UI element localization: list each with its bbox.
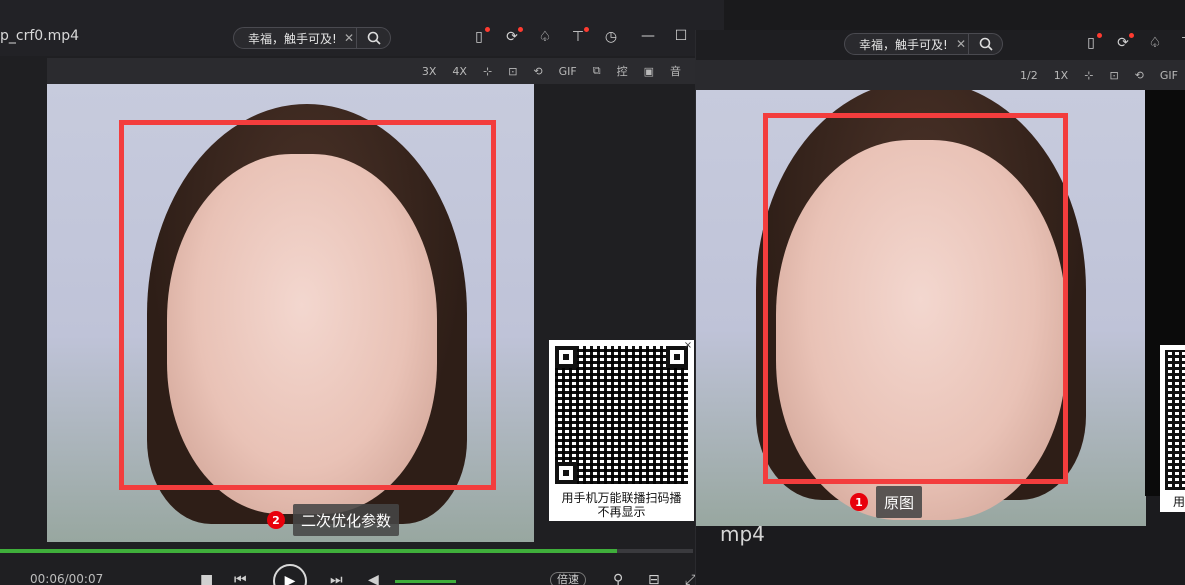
history-icon[interactable]: ◷ xyxy=(602,28,620,46)
tshirt-icon[interactable]: ⊤ xyxy=(569,27,589,46)
maximize-button[interactable]: ☐ xyxy=(673,28,689,48)
close-icon[interactable]: ✕ xyxy=(342,31,356,45)
phone-notify-icon[interactable]: ▯ xyxy=(470,27,490,46)
qr-caption: 用手机万能联播扫码播 不再显示 xyxy=(549,491,694,519)
effects-icon[interactable]: ⚲ xyxy=(613,572,623,585)
cloud-sync-icon[interactable]: ⟳ xyxy=(1114,33,1134,52)
left-annotation: 2 二次优化参数 xyxy=(267,504,400,536)
right-top-icon-row: ▯ ⟳ ♤ ⊤ xyxy=(1082,33,1185,52)
rotate-icon[interactable]: ⟲ xyxy=(533,65,542,78)
skin-icon[interactable]: ♤ xyxy=(1146,34,1164,52)
left-player-window: p_crf0.mp4 幸福，触手可及! ✕ ▯ ⟳ ♤ ⊤ ◷ — ☐ ﹀ 3X… xyxy=(0,0,724,585)
qr-dismiss-link[interactable]: 不再显示 xyxy=(549,505,694,519)
minimize-button[interactable]: — xyxy=(640,28,656,48)
left-search-input[interactable]: 幸福，触手可及! xyxy=(234,30,342,47)
annotation-label: 二次优化参数 xyxy=(293,504,400,536)
screenshot-icon[interactable]: ▣ xyxy=(644,65,654,78)
right-video-title: mp4 xyxy=(720,522,765,546)
left-top-icon-row: ▯ ⟳ ♤ ⊤ ◷ xyxy=(470,27,620,46)
right-search-input[interactable]: 幸福，触手可及! xyxy=(845,36,954,53)
volume-slider[interactable] xyxy=(395,580,456,583)
zoom-4x-button[interactable]: 4X xyxy=(452,65,467,78)
qr-caption-line1: 用手机万能联播扫码播 xyxy=(561,491,682,505)
left-toolstrip: 3X 4X ⊹ ⊡ ⟲ GIF ⧉ 控 ▣ 音 xyxy=(47,58,695,84)
volume-icon[interactable]: ◀ xyxy=(368,572,379,585)
previous-icon[interactable]: ⏮ xyxy=(234,572,247,585)
search-icon xyxy=(367,31,381,45)
qr-panel: × 用手机万能联播扫码播 不再显示 xyxy=(549,340,694,521)
aspect-icon[interactable]: ⊡ xyxy=(508,65,517,78)
phone-notify-icon[interactable]: ▯ xyxy=(1082,33,1102,52)
zoom-half-button[interactable]: 1/2 xyxy=(1020,69,1038,82)
next-icon[interactable]: ⏭ xyxy=(330,572,343,585)
crop-icon[interactable]: ⊹ xyxy=(483,65,492,78)
qr-code xyxy=(1165,350,1185,490)
tshirt-icon[interactable]: ⊤ xyxy=(1178,34,1185,52)
speed-button[interactable]: 倍速 xyxy=(550,572,586,585)
playback-controls: 00:06/00:07 ■ ⏮ ▶ ⏭ ◀ 倍速 ⚲ ⊟ ⤢ xyxy=(0,560,724,585)
annotation-badge: 2 xyxy=(267,511,285,529)
right-search-box[interactable]: 幸福，触手可及! ✕ xyxy=(844,33,1003,55)
crop-icon[interactable]: ⊹ xyxy=(1084,69,1093,82)
search-button[interactable] xyxy=(356,28,390,48)
time-display: 00:06/00:07 xyxy=(30,572,104,585)
annotation-badge: 1 xyxy=(850,493,868,511)
stop-icon[interactable]: ■ xyxy=(200,572,213,585)
zoom-3x-button[interactable]: 3X xyxy=(422,65,437,78)
close-icon[interactable]: ✕ xyxy=(954,37,968,51)
zoom-1x-button[interactable]: 1X xyxy=(1054,69,1069,82)
audio-button[interactable]: 音 xyxy=(670,63,681,79)
gif-button[interactable]: GIF xyxy=(559,65,577,78)
qr-caption: 用 xyxy=(1173,495,1185,509)
progress-fill xyxy=(0,549,617,553)
right-roi-box xyxy=(763,113,1068,484)
left-roi-box xyxy=(119,120,496,490)
left-video-title: p_crf0.mp4 xyxy=(0,28,80,44)
search-icon xyxy=(979,37,993,51)
rotate-icon[interactable]: ⟲ xyxy=(1135,69,1144,82)
play-icon: ▶ xyxy=(284,573,296,585)
search-button[interactable] xyxy=(968,34,1002,54)
aspect-icon[interactable]: ⊡ xyxy=(1109,69,1118,82)
play-button[interactable]: ▶ xyxy=(273,564,307,585)
cloud-sync-icon[interactable]: ⟳ xyxy=(503,27,523,46)
right-annotation: 1 原图 xyxy=(850,486,923,518)
qr-close-button[interactable]: × xyxy=(682,340,694,352)
control-button[interactable]: 控 xyxy=(617,63,628,79)
multi-window-icon[interactable]: ⧉ xyxy=(593,64,601,78)
right-qr-panel: 用 xyxy=(1160,345,1185,512)
gif-button[interactable]: GIF xyxy=(1160,69,1178,82)
left-search-box[interactable]: 幸福，触手可及! ✕ xyxy=(233,27,391,49)
skin-icon[interactable]: ♤ xyxy=(536,28,554,46)
annotation-label: 原图 xyxy=(876,486,923,518)
toolbox-icon[interactable]: ⊟ xyxy=(648,572,660,585)
right-toolstrip: 1/2 1X ⊹ ⊡ ⟲ GIF xyxy=(696,60,1185,90)
progress-bar[interactable] xyxy=(0,549,693,553)
